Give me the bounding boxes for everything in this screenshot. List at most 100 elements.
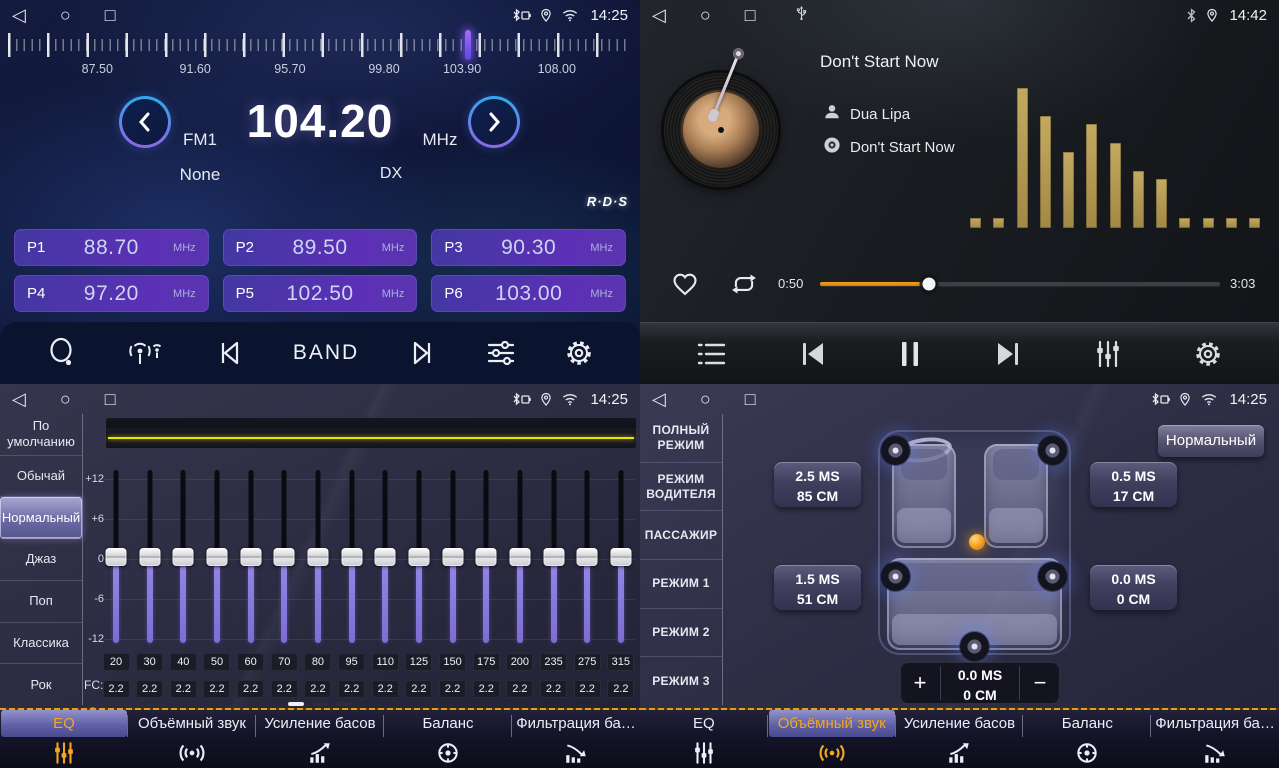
- fc-value-chip[interactable]: 50: [203, 653, 230, 671]
- fc-value-chip[interactable]: 20: [103, 653, 130, 671]
- gain-slider[interactable]: [576, 470, 598, 643]
- favorite-icon[interactable]: [670, 270, 700, 298]
- mode-item[interactable]: РЕЖИМ 2: [640, 609, 722, 658]
- fc-value-chip[interactable]: 40: [170, 653, 197, 671]
- back-icon[interactable]: ◁: [652, 390, 666, 408]
- settings-gear-icon[interactable]: [565, 339, 593, 367]
- tuning-dial[interactable]: [8, 33, 632, 57]
- listening-position-marker[interactable]: [969, 534, 985, 550]
- mode-item[interactable]: РЕЖИМ 3: [640, 657, 722, 705]
- fc-value-chip[interactable]: 275: [574, 653, 601, 671]
- gain-slider[interactable]: [543, 470, 565, 643]
- tab-surround-sound[interactable]: Объёмный звук: [768, 710, 896, 768]
- mode-item[interactable]: РЕЖИМ ВОДИТЕЛЯ: [640, 463, 722, 512]
- home-icon[interactable]: ○: [60, 390, 71, 408]
- slider-handle[interactable]: [341, 548, 362, 566]
- eq-preset-selected[interactable]: Нормальный: [0, 497, 82, 539]
- fc-value-chip[interactable]: 150: [439, 653, 466, 671]
- mode-item[interactable]: РЕЖИМ 1: [640, 560, 722, 609]
- previous-track-icon[interactable]: [798, 340, 828, 368]
- gain-slider[interactable]: [206, 470, 228, 643]
- audio-settings-icon[interactable]: [486, 339, 516, 367]
- q-value-chip[interactable]: 2.2: [103, 680, 130, 698]
- gain-slider[interactable]: [341, 470, 363, 643]
- q-value-chip[interactable]: 2.2: [574, 680, 601, 698]
- fc-value-chip[interactable]: 60: [237, 653, 264, 671]
- tab-filter[interactable]: Фильтрация ба…: [1151, 710, 1279, 768]
- slider-handle[interactable]: [442, 548, 463, 566]
- back-icon[interactable]: ◁: [12, 390, 26, 408]
- mode-item[interactable]: ПОЛНЫЙ РЕЖИМ: [640, 414, 722, 463]
- playlist-icon[interactable]: [697, 341, 727, 367]
- rear-left-delay-button[interactable]: 1.5 MS 51 CM: [774, 565, 861, 610]
- slider-handle[interactable]: [274, 548, 295, 566]
- fc-value-chip[interactable]: 95: [338, 653, 365, 671]
- radio-preset-p1[interactable]: P188.70MHz: [14, 229, 209, 266]
- q-value-chip[interactable]: 2.2: [540, 680, 567, 698]
- radio-preset-p4[interactable]: P497.20MHz: [14, 275, 209, 312]
- settings-gear-icon[interactable]: [1194, 340, 1222, 368]
- slider-handle[interactable]: [543, 548, 564, 566]
- q-value-chip[interactable]: 2.2: [203, 680, 230, 698]
- next-track-icon[interactable]: [993, 340, 1023, 368]
- gain-slider[interactable]: [307, 470, 329, 643]
- recents-icon[interactable]: □: [745, 390, 756, 408]
- slider-handle[interactable]: [206, 548, 227, 566]
- tab-filter[interactable]: Фильтрация ба…: [512, 710, 640, 768]
- radio-preset-p5[interactable]: P5102.50MHz: [223, 275, 418, 312]
- gain-slider[interactable]: [105, 470, 127, 643]
- fc-value-chip[interactable]: 315: [607, 653, 634, 671]
- fc-value-chip[interactable]: 80: [304, 653, 331, 671]
- gain-slider[interactable]: [610, 470, 632, 643]
- slider-handle[interactable]: [476, 548, 497, 566]
- q-value-chip[interactable]: 2.2: [271, 680, 298, 698]
- gain-slider[interactable]: [408, 470, 430, 643]
- back-icon[interactable]: ◁: [12, 6, 26, 24]
- slider-handle[interactable]: [509, 548, 530, 566]
- rear-right-delay-button[interactable]: 0.0 MS 0 CM: [1090, 565, 1177, 610]
- q-value-chip[interactable]: 2.2: [304, 680, 331, 698]
- back-icon[interactable]: ◁: [652, 6, 666, 24]
- home-icon[interactable]: ○: [700, 390, 711, 408]
- gain-slider[interactable]: [374, 470, 396, 643]
- fc-value-chip[interactable]: 175: [473, 653, 500, 671]
- decrease-delay-button[interactable]: −: [1020, 662, 1060, 704]
- recents-icon[interactable]: □: [745, 6, 756, 24]
- increase-delay-button[interactable]: +: [900, 662, 940, 704]
- q-value-chip[interactable]: 2.2: [170, 680, 197, 698]
- gain-slider[interactable]: [442, 470, 464, 643]
- q-value-chip[interactable]: 2.2: [607, 680, 634, 698]
- eq-preset-item[interactable]: Поп: [0, 581, 82, 623]
- seek-knob[interactable]: [923, 278, 936, 291]
- eq-preset-item[interactable]: Джаз: [0, 539, 82, 581]
- fc-value-chip[interactable]: 30: [136, 653, 163, 671]
- tab-surround-sound[interactable]: Объёмный звук: [128, 710, 256, 768]
- repeat-icon[interactable]: [728, 271, 760, 297]
- tab-eq[interactable]: EQ: [0, 710, 128, 768]
- tab-bass-boost[interactable]: Усиление басов: [896, 710, 1024, 768]
- pause-icon[interactable]: [898, 340, 922, 368]
- eq-preset-item[interactable]: Классика: [0, 623, 82, 665]
- front-right-delay-button[interactable]: 0.5 MS 17 CM: [1090, 462, 1177, 507]
- equalizer-icon[interactable]: [1093, 340, 1123, 368]
- fc-value-chip[interactable]: 200: [506, 653, 533, 671]
- radio-preset-p6[interactable]: P6103.00MHz: [431, 275, 626, 312]
- tab-balance[interactable]: Баланс: [1023, 710, 1151, 768]
- q-value-chip[interactable]: 2.2: [405, 680, 432, 698]
- tab-eq[interactable]: EQ: [640, 710, 768, 768]
- sound-profile-button[interactable]: Нормальный: [1158, 425, 1264, 457]
- front-left-delay-button[interactable]: 2.5 MS 85 CM: [774, 462, 861, 507]
- scan-search-icon[interactable]: [47, 337, 77, 369]
- eq-preset-item[interactable]: Рок: [0, 664, 82, 705]
- fc-value-chip[interactable]: 125: [405, 653, 432, 671]
- gain-slider[interactable]: [509, 470, 531, 643]
- slider-handle[interactable]: [173, 548, 194, 566]
- q-value-chip[interactable]: 2.2: [372, 680, 399, 698]
- radio-preset-p2[interactable]: P289.50MHz: [223, 229, 418, 266]
- q-value-chip[interactable]: 2.2: [338, 680, 365, 698]
- slider-handle[interactable]: [408, 548, 429, 566]
- q-value-chip[interactable]: 2.2: [237, 680, 264, 698]
- slider-handle[interactable]: [610, 548, 631, 566]
- tab-bass-boost[interactable]: Усиление басов: [256, 710, 384, 768]
- slider-handle[interactable]: [240, 548, 261, 566]
